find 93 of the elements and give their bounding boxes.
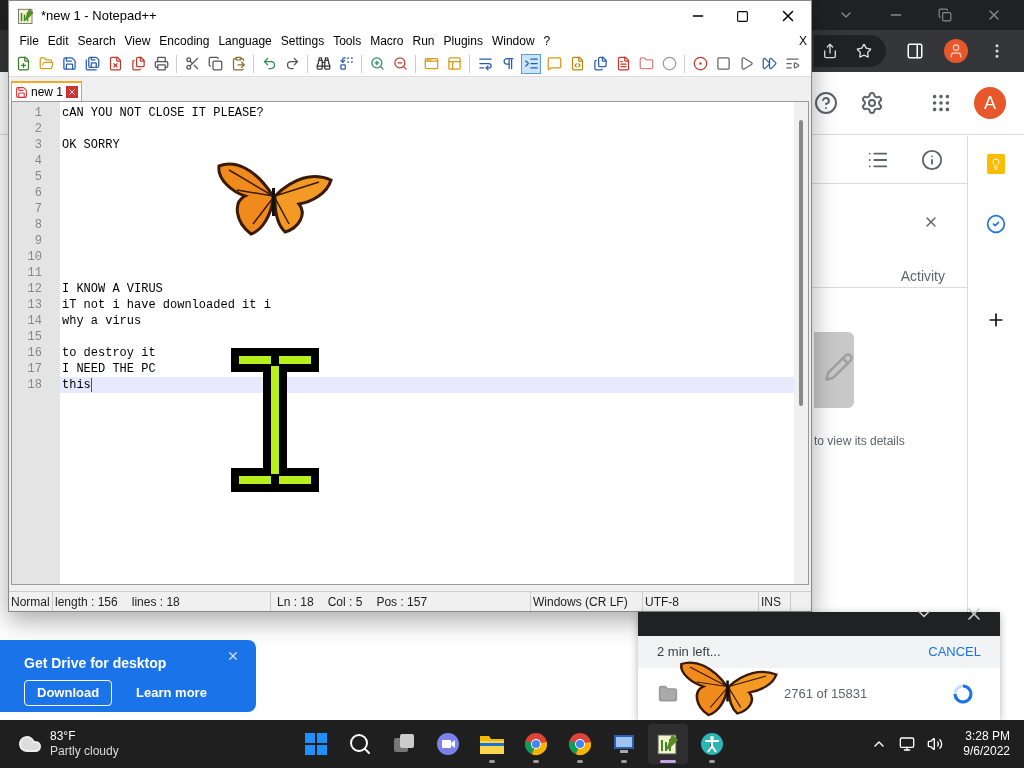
menu-item[interactable]: Window: [487, 32, 540, 50]
clock-time[interactable]: 3:28 PM: [965, 729, 1010, 744]
line-number: 3: [34, 138, 42, 152]
line-number: 11: [27, 266, 42, 280]
line-number: 2: [34, 122, 42, 136]
code-line: iT not i have downloaded it i: [62, 297, 271, 313]
browser-logo-icon: [524, 732, 548, 756]
status-text: Ln : 18: [276, 593, 314, 611]
folder-icon: [658, 684, 678, 704]
code-line: I NEED THE PC: [62, 361, 156, 377]
line-number: 6: [34, 186, 42, 200]
line-number: 17: [27, 362, 42, 376]
tasks-icon[interactable]: [986, 214, 1006, 234]
menu-item[interactable]: Tools: [328, 32, 366, 50]
time-left: 2 min left...: [657, 643, 721, 662]
indent-icon[interactable]: [521, 53, 541, 74]
settings-icon[interactable]: [860, 91, 884, 115]
apps-grid-icon[interactable]: [930, 92, 952, 114]
line-number: 13: [27, 298, 42, 312]
line-number: 10: [27, 250, 42, 264]
browser-logo-icon: [568, 732, 592, 756]
line-number: 5: [34, 170, 42, 184]
menu-item[interactable]: Edit: [43, 32, 74, 50]
code-line: cAN YOU NOT CLOSE IT PLEASE?: [62, 105, 264, 121]
code-line: I KNOW A VIRUS: [62, 281, 163, 297]
details-hint: to view its details: [814, 433, 906, 450]
windows-logo-icon: [304, 732, 328, 756]
folder-icon: [479, 733, 505, 755]
clock-date[interactable]: 9/6/2022: [963, 744, 1010, 759]
weather-condition: Partly cloudy: [50, 744, 119, 759]
line-number: 15: [27, 330, 42, 344]
line-number: 9: [34, 234, 42, 248]
line-number: 18: [27, 378, 42, 392]
code-line: this: [62, 377, 91, 393]
line-number: 1: [34, 106, 42, 120]
code-line: to destroy it: [62, 345, 156, 361]
upload-progress-text: 2761 of 15831: [784, 685, 868, 704]
status-text: Col : 5: [327, 593, 363, 611]
close-document-button[interactable]: X: [799, 32, 811, 50]
line-number: 14: [27, 314, 42, 328]
menu-item[interactable]: Settings: [276, 32, 329, 50]
line-number: 16: [27, 346, 42, 360]
menu-item[interactable]: Run: [408, 32, 440, 50]
status-text: length : 156: [55, 593, 118, 611]
volume-icon[interactable]: [927, 736, 944, 752]
person-circle-icon: [700, 732, 724, 756]
help-icon[interactable]: [814, 91, 838, 115]
activity-tab[interactable]: Activity: [900, 266, 945, 287]
status-text: Pos : 157: [376, 593, 428, 611]
cancel-button[interactable]: CANCEL: [928, 642, 981, 662]
chat-camera-icon: [436, 732, 460, 756]
text-caret: [90, 378, 92, 392]
promo-title: Get Drive for desktop: [24, 654, 168, 673]
account-avatar[interactable]: A: [974, 87, 1006, 119]
menu-item[interactable]: Search: [73, 32, 121, 50]
taskbar-app[interactable]: [648, 724, 688, 764]
document-tab[interactable]: new 1: [11, 81, 83, 101]
menu-item[interactable]: File: [15, 32, 44, 50]
download-button[interactable]: Download: [24, 680, 113, 706]
network-icon[interactable]: [899, 736, 916, 752]
status-text: INS: [761, 593, 781, 611]
window-title: *new 1 - Notepad++: [41, 7, 157, 26]
status-text: UTF-8: [645, 593, 679, 611]
learn-more-link[interactable]: Learn more: [124, 680, 219, 706]
restore-icon[interactable]: [938, 8, 952, 22]
code-line: why a virus: [62, 313, 142, 329]
menu-item[interactable]: Language: [213, 32, 277, 50]
share-icon[interactable]: [822, 43, 838, 59]
status-text: lines : 18: [131, 593, 180, 611]
notepad-icon: [17, 7, 35, 25]
monitor-icon: [612, 732, 636, 756]
loading-spinner-icon: [952, 683, 974, 705]
side-panel-icon[interactable]: [906, 42, 924, 60]
line-number: 4: [34, 154, 42, 168]
status-text: Normal: [11, 593, 50, 611]
bookmark-star-icon[interactable]: [856, 43, 872, 59]
search-icon: [348, 732, 372, 756]
address-bar[interactable]: [814, 35, 886, 67]
menu-item[interactable]: View: [120, 32, 155, 50]
menu-item[interactable]: Macro: [365, 32, 408, 50]
temperature: 83°F: [50, 729, 77, 744]
code-line: OK SORRY: [62, 137, 120, 153]
notepad-icon: [656, 732, 680, 756]
menu-item[interactable]: ?: [539, 32, 555, 50]
status-text: Windows (CR LF): [533, 593, 628, 611]
line-number: 12: [27, 282, 42, 296]
menu-item[interactable]: Encoding: [154, 32, 214, 50]
menu-item[interactable]: Plugins: [439, 32, 488, 50]
line-number: 8: [34, 218, 42, 232]
profile-avatar[interactable]: [944, 39, 968, 63]
maximize-icon[interactable]: [736, 9, 749, 23]
info-icon[interactable]: [921, 148, 943, 171]
line-number: 7: [34, 202, 42, 216]
